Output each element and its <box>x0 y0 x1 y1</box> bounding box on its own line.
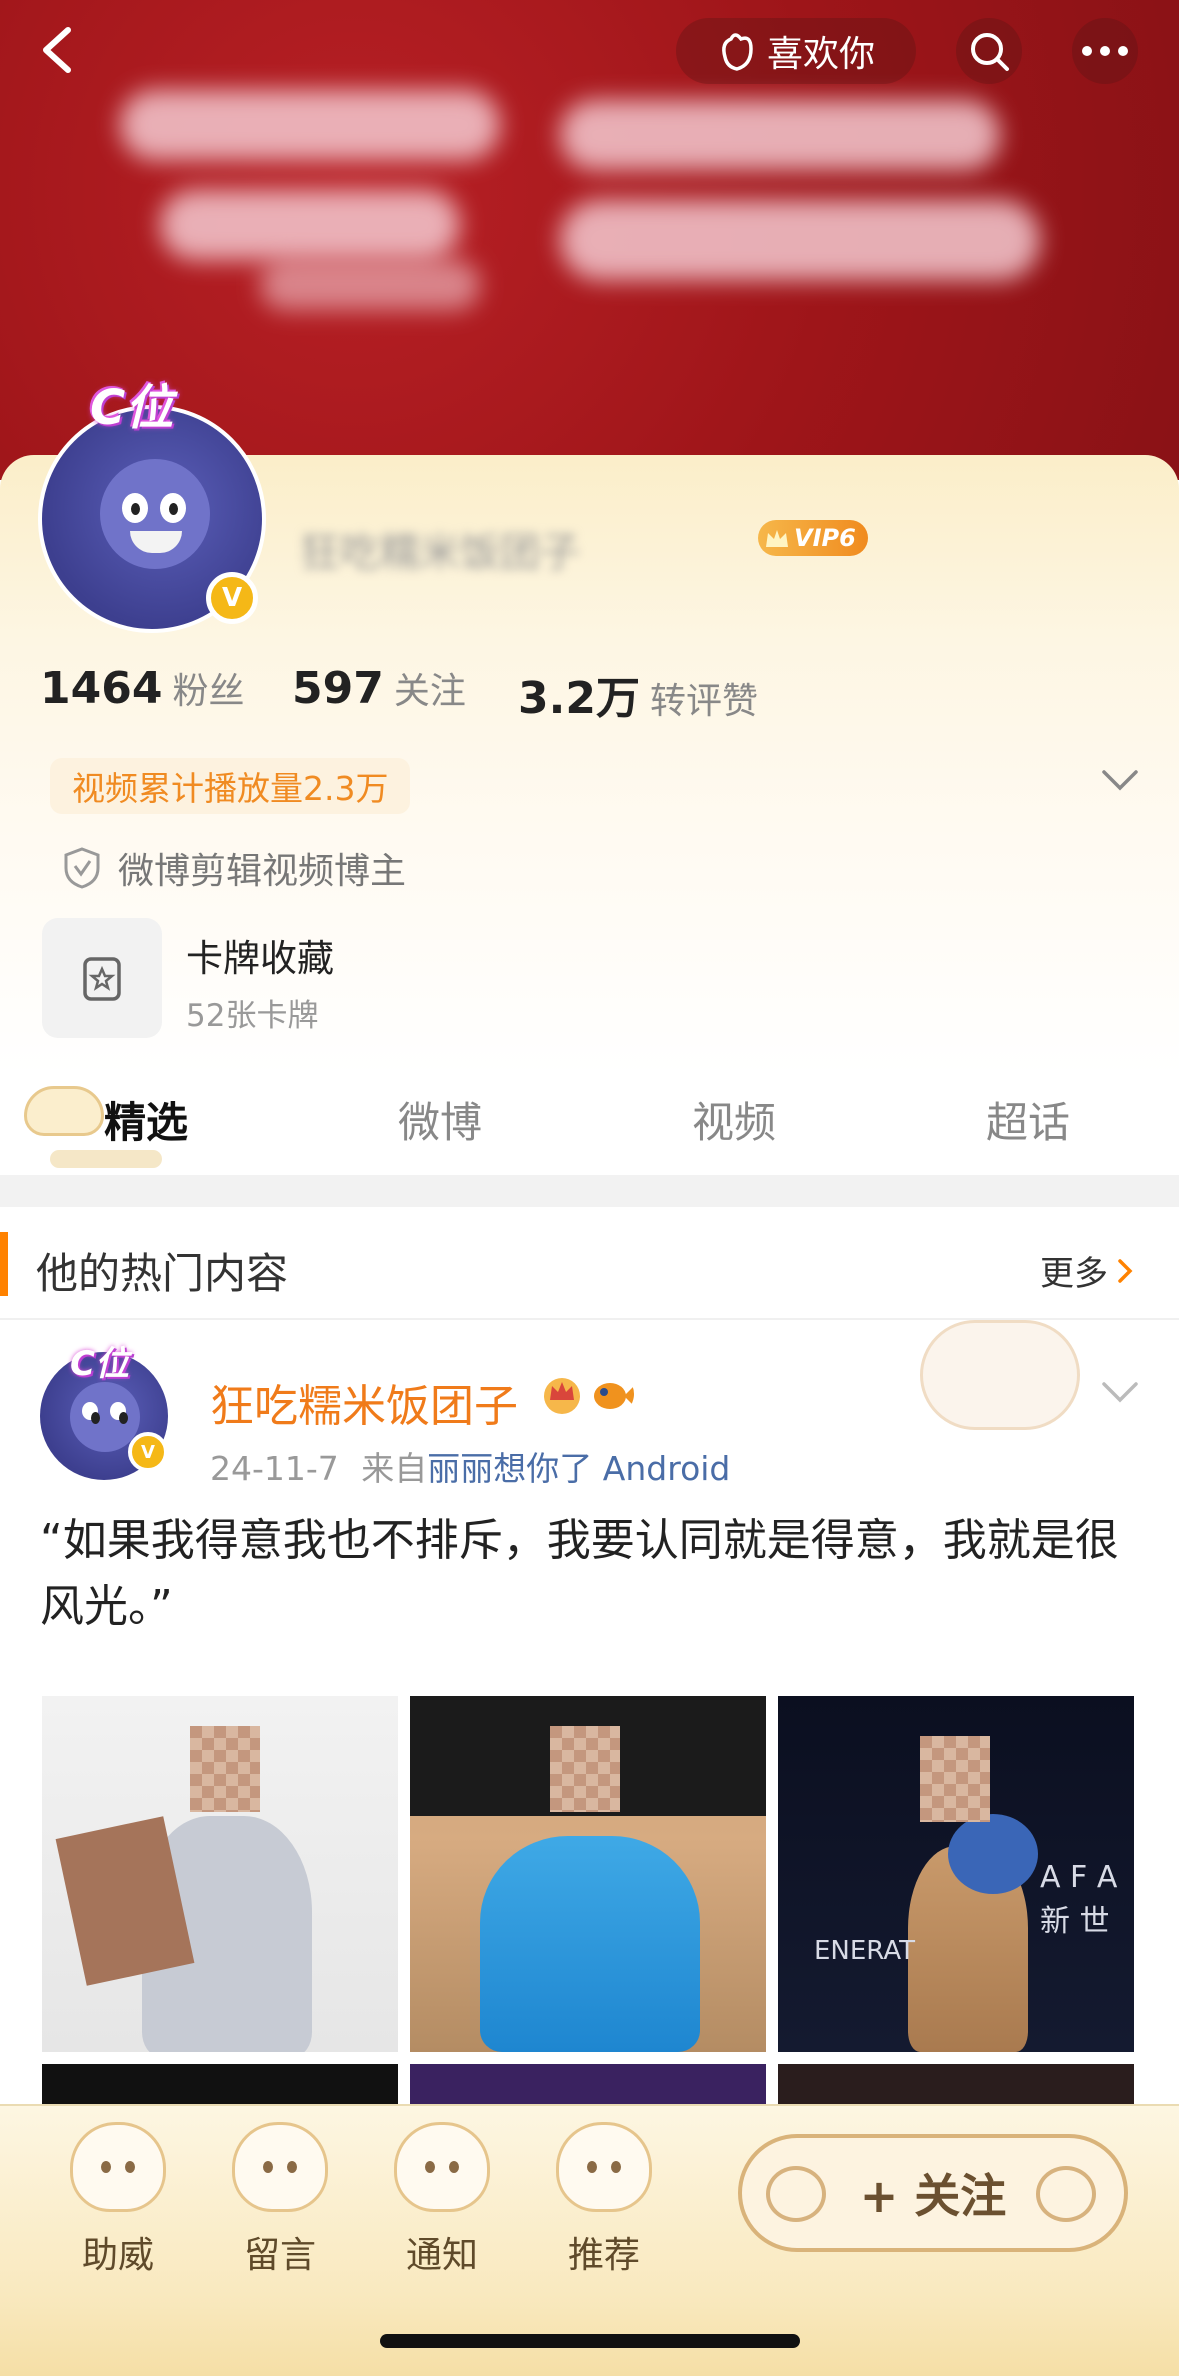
more-dots-icon <box>1082 46 1128 56</box>
flower-bouquet <box>948 1814 1038 1894</box>
post-text: “如果我得意我也不排斥，我要认同就是得意，我就是很风光。” <box>40 1515 1119 1632</box>
post-photo-3[interactable]: A F A 新 世 ENERAT <box>778 1696 1134 2052</box>
blogger-tag[interactable]: 微博剪辑视频博主 <box>62 842 406 894</box>
pixelated-face <box>920 1736 990 1822</box>
post-photo-1[interactable] <box>42 1696 398 2052</box>
notify-button[interactable]: 通知 <box>382 2122 502 2278</box>
card-star-icon <box>83 957 121 1001</box>
post-menu-button[interactable] <box>1100 1380 1140 1408</box>
bunny-cheer-icon <box>70 2122 166 2212</box>
post-decoration <box>920 1320 1080 1430</box>
crown-icon <box>766 530 788 547</box>
banner-blur <box>120 90 500 160</box>
message-button[interactable]: 留言 <box>220 2122 340 2278</box>
post-source-link[interactable]: 丽丽想你了 Android <box>427 1449 730 1488</box>
search-icon <box>971 33 1009 71</box>
like-you-label: 喜欢你 <box>766 34 875 75</box>
chevron-down-icon <box>1102 770 1138 791</box>
post-author-name[interactable]: 狂吃糯米饭团子 <box>210 1370 518 1434</box>
tab-featured[interactable]: 精选 <box>104 1089 188 1150</box>
bow-icon <box>766 2166 826 2222</box>
section-divider <box>0 1175 1179 1207</box>
card-collection-title[interactable]: 卡牌收藏 <box>186 928 334 982</box>
stat-fans[interactable]: 1464 粉丝 <box>40 662 244 714</box>
bow-icon <box>1036 2166 1096 2222</box>
hot-content-title: 他的热门内容 <box>36 1249 289 1298</box>
tab-decoration <box>24 1086 104 1136</box>
stat-following[interactable]: 597 关注 <box>292 662 466 714</box>
tab-indicator <box>50 1150 162 1168</box>
recommend-button[interactable]: 推荐 <box>544 2122 664 2278</box>
profile-tabs: 精选 微博 视频 超话 <box>0 1075 1179 1175</box>
cat-avatar-art <box>100 459 210 569</box>
verified-icon: V <box>206 572 258 624</box>
bunny-notify-icon <box>394 2122 490 2212</box>
section-accent-bar <box>0 1232 8 1296</box>
expand-profile-button[interactable] <box>1100 768 1140 796</box>
cheer-button[interactable]: 助威 <box>58 2122 178 2278</box>
pixelated-face <box>190 1726 260 1812</box>
chevron-left-icon <box>43 27 71 73</box>
back-button[interactable] <box>28 20 88 80</box>
banner-blur <box>560 100 1000 170</box>
pixelated-face <box>550 1726 620 1812</box>
post-photo-2[interactable] <box>410 1696 766 2052</box>
like-you-button[interactable]: 喜欢你 <box>676 18 916 84</box>
post-photo-4[interactable] <box>42 2064 398 2104</box>
video-play-count: 视频累计播放量2.3万 <box>50 758 411 814</box>
more-button[interactable]: 更多 <box>1040 1246 1134 1295</box>
verified-icon: V <box>128 1432 168 1472</box>
bunny-message-icon <box>232 2122 328 2212</box>
banner-blur <box>560 200 1040 280</box>
shield-icon <box>64 847 100 889</box>
post-photo-5[interactable] <box>410 2064 766 2104</box>
tab-super-topic[interactable]: 超话 <box>986 1089 1070 1150</box>
card-collection-count: 52张卡牌 <box>186 998 319 1034</box>
chevron-down-icon <box>1102 1382 1138 1403</box>
vip-badge[interactable]: VIP6 <box>758 520 868 556</box>
c-position-badge: C位 <box>70 1344 129 1384</box>
tab-weibo[interactable]: 微博 <box>398 1089 482 1150</box>
crown-badge-icon <box>544 1378 580 1414</box>
chevron-right-icon <box>1118 1258 1133 1283</box>
card-collection-icon[interactable] <box>42 918 162 1038</box>
stat-interactions[interactable]: 3.2万 转评赞 <box>518 662 758 726</box>
heart-hand-icon <box>722 33 753 71</box>
username: 狂吃糯米饭团子 <box>300 530 580 576</box>
banner-blur <box>260 260 480 310</box>
more-options-button[interactable] <box>1072 18 1138 84</box>
author-badges <box>540 1372 634 1416</box>
tab-video[interactable]: 视频 <box>692 1089 776 1150</box>
home-indicator[interactable] <box>380 2334 800 2348</box>
bunny-recommend-icon <box>556 2122 652 2212</box>
post-photo-6[interactable] <box>778 2064 1134 2104</box>
banner-blur <box>160 190 460 260</box>
post-meta: 24-11-7 来自丽丽想你了 Android <box>210 1449 731 1488</box>
c-position-badge: C位 <box>90 380 174 436</box>
fish-badge-icon <box>594 1383 634 1409</box>
search-button[interactable] <box>956 18 1022 84</box>
